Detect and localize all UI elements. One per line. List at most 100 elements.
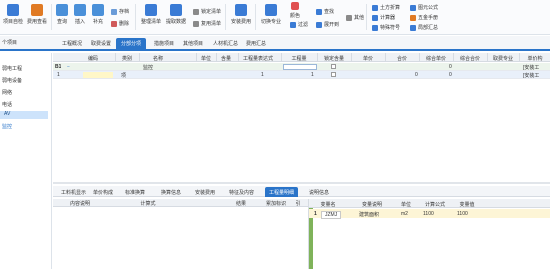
save-as-button[interactable]: 存档	[111, 8, 129, 15]
color-button[interactable]: 颜色	[290, 2, 300, 19]
hardware-manual-button[interactable]: 五金手册	[410, 14, 438, 21]
restore-list-button[interactable]: 复用清单	[193, 20, 221, 27]
extract-data-button[interactable]: 提取数据	[166, 4, 186, 25]
expand-toggle[interactable]: −	[67, 64, 70, 70]
tab-other-items[interactable]: 其他项目	[178, 39, 208, 51]
fee-view-button[interactable]: 费用查看	[27, 4, 47, 25]
row-total: 0	[449, 72, 452, 78]
pane-splitter[interactable]	[53, 182, 550, 184]
expand-icon	[316, 21, 322, 28]
install-fee-button[interactable]: 安装费用	[231, 4, 251, 25]
tab-install-fee[interactable]: 安装费用	[191, 187, 219, 197]
tab-description[interactable]: 说明信息	[305, 187, 333, 197]
find-button[interactable]: 查找	[316, 8, 334, 15]
col-unit-price[interactable]: 综合单价	[421, 55, 451, 62]
ribbon-divider	[366, 4, 367, 30]
switch-major-icon	[265, 4, 277, 16]
filter-button[interactable]: 过滤	[290, 21, 308, 28]
query-button[interactable]: 查询	[56, 4, 68, 25]
col-var-name[interactable]: 变量名	[317, 201, 339, 208]
lock-icon	[193, 8, 199, 15]
lock-list-button[interactable]: 锁定清单	[193, 8, 221, 15]
install-fee-icon	[235, 4, 247, 16]
qty-input[interactable]	[283, 64, 317, 70]
col-formula[interactable]: 计算式	[133, 200, 163, 207]
formula-icon	[410, 4, 416, 11]
col-price[interactable]: 单价	[353, 55, 383, 62]
col-major[interactable]: 取费专业	[489, 55, 517, 62]
variable-row[interactable]: 1 JZMJ 建筑面积 m2 1100 1100	[309, 209, 550, 219]
col-var-value[interactable]: 变量值	[455, 201, 479, 208]
earthwork-button[interactable]: 土方折算	[372, 4, 400, 11]
col-type[interactable]: 类别	[117, 55, 137, 62]
col-ref[interactable]: 引	[293, 200, 303, 207]
lock-checkbox[interactable]	[331, 72, 336, 77]
detail-tab-bar: 工料机显示 单价构成 标准换算 换算信息 安装费用 特征及内容 工程量明细 说明…	[53, 186, 550, 197]
col-lock-content[interactable]: 锁定含量	[319, 55, 349, 62]
other-button[interactable]: 其他	[346, 14, 364, 21]
table-row[interactable]: 1 项 1 1 0 0 [安装工	[53, 71, 550, 79]
filter-icon	[290, 21, 296, 28]
tree-item-phone[interactable]: 电话	[2, 101, 12, 108]
col-qty[interactable]: 工程量	[283, 55, 315, 62]
tab-resource-display[interactable]: 工料机显示	[57, 187, 90, 197]
ribbon-divider	[255, 4, 256, 30]
organize-list-button[interactable]: 整理清单	[141, 4, 161, 25]
tab-measures[interactable]: 措施项目	[149, 39, 179, 51]
expand-to-button[interactable]: 展开到	[316, 21, 339, 28]
fee-view-icon	[31, 4, 43, 16]
lock-checkbox[interactable]	[331, 64, 336, 69]
row-number: B1	[55, 64, 62, 70]
restore-icon	[193, 20, 199, 27]
formula-button[interactable]: 图元公式	[410, 4, 438, 11]
local-summary-button[interactable]: 局部汇总	[410, 24, 438, 31]
tab-features[interactable]: 特征及内容	[225, 187, 258, 197]
row-total-unit: 0	[415, 72, 418, 78]
tab-fee-settings[interactable]: 取费设置	[86, 39, 116, 51]
calculator-button[interactable]: 计算器	[372, 14, 395, 21]
tab-fee-summary[interactable]: 费用汇总	[241, 39, 271, 51]
col-unit[interactable]: 单位	[198, 55, 214, 62]
tab-conversion-info[interactable]: 换算信息	[157, 187, 185, 197]
col-content[interactable]: 含量	[218, 55, 234, 62]
special-symbol-button[interactable]: 特殊符号	[372, 24, 400, 31]
col-content-desc[interactable]: 内容说明	[65, 200, 95, 207]
tab-qty-detail[interactable]: 工程量明细	[265, 187, 299, 197]
col-name[interactable]: 名称	[143, 55, 173, 62]
insert-button[interactable]: 插入	[74, 4, 86, 25]
detail-table-header: 内容说明 计算式 结果 累加标识 引	[53, 199, 308, 207]
col-code[interactable]: 编码	[83, 55, 103, 62]
switch-major-button[interactable]: 切换专业	[261, 4, 281, 25]
tab-project-overview[interactable]: 工程概况	[57, 39, 87, 51]
col-total[interactable]: 合价	[387, 55, 417, 62]
query-icon	[56, 4, 68, 16]
code-cell[interactable]	[83, 72, 113, 78]
col-result[interactable]: 结果	[233, 200, 249, 207]
tab-unit-price-composition[interactable]: 单价构成	[89, 187, 117, 197]
tab-standard-conversion[interactable]: 标准换算	[121, 187, 149, 197]
col-var-desc[interactable]: 变量说明	[357, 201, 387, 208]
col-qty-expr[interactable]: 工程量表达式	[240, 55, 276, 62]
tree-item-monitoring[interactable]: 监控	[2, 123, 12, 130]
col-extra[interactable]: 单价构	[521, 55, 549, 62]
tab-sub-items[interactable]: 分部分项	[116, 38, 147, 51]
col-total-price[interactable]: 综合合价	[455, 55, 485, 62]
table-row[interactable]: B1 − 监控 0 [安装工	[53, 63, 550, 71]
row-extra: [安装工	[523, 73, 540, 79]
delete-icon	[111, 20, 117, 27]
col-accumulate[interactable]: 累加标识	[263, 200, 289, 207]
delete-button[interactable]: 删除	[111, 20, 129, 27]
project-check-button[interactable]: 项目自检	[3, 4, 23, 25]
var-name-cell[interactable]: JZMJ	[321, 211, 342, 219]
supplement-icon	[92, 4, 104, 16]
tree-item-av[interactable]: AV	[0, 111, 48, 119]
grid-header: 编码 类别 名称 单位 含量 工程量表达式 工程量 锁定含量 单价 合价 综合单…	[53, 53, 550, 62]
col-var-formula[interactable]: 计算公式	[421, 201, 449, 208]
tab-resource-summary[interactable]: 人材机汇总	[208, 39, 243, 51]
col-var-unit[interactable]: 单位	[399, 201, 413, 208]
tree-item-weak-current[interactable]: 弱电工程	[2, 65, 22, 72]
tree-item-network[interactable]: 网络	[2, 89, 12, 96]
tree-item-weak-equipment[interactable]: 弱电设备	[2, 77, 22, 84]
supplement-button[interactable]: 补充	[92, 4, 104, 25]
organize-list-icon	[145, 4, 157, 16]
